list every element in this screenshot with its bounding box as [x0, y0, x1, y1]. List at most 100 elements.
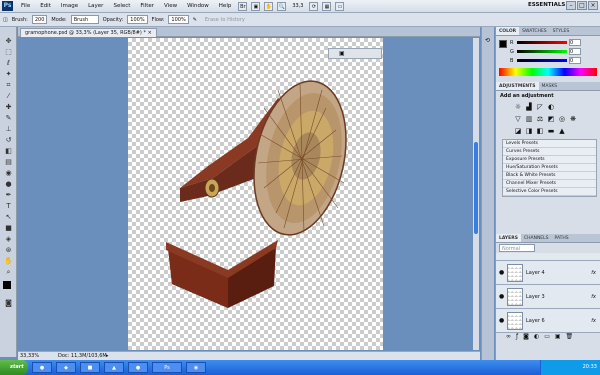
- vertical-scroll-thumb[interactable]: [474, 142, 478, 234]
- layer-name[interactable]: Layer 3: [526, 294, 588, 300]
- channel-mixer-icon[interactable]: ❋: [569, 115, 577, 123]
- lasso-tool-icon[interactable]: ℓ: [4, 59, 13, 67]
- red-slider[interactable]: [517, 41, 567, 44]
- tab-paths[interactable]: PATHS: [552, 234, 572, 242]
- invert-icon[interactable]: ◪: [514, 127, 522, 135]
- layer-row[interactable]: ● Layer 6 fx: [496, 309, 600, 333]
- zoom-level[interactable]: 33,3: [292, 3, 303, 9]
- blue-value[interactable]: 0: [569, 57, 581, 64]
- layer-row[interactable]: ● Layer 3 fx: [496, 285, 600, 309]
- marquee-tool-icon[interactable]: ⬚: [4, 48, 13, 56]
- tab-masks[interactable]: MASKS: [539, 82, 561, 90]
- menu-image[interactable]: Image: [56, 0, 83, 13]
- curves-icon[interactable]: ◸: [536, 103, 544, 111]
- brush-tool-icon[interactable]: ✎: [4, 114, 13, 122]
- document-tab[interactable]: gramophone.psd @ 33,3% (Layer 35, RGB/8#…: [20, 28, 157, 37]
- tab-channels[interactable]: CHANNELS: [521, 234, 552, 242]
- workspace-switcher[interactable]: ESSENTIALS: [528, 2, 565, 8]
- rotate-view-icon[interactable]: ⟳: [309, 1, 319, 11]
- preset-selective-color[interactable]: Selective Color Presets: [503, 188, 596, 196]
- new-layer-icon[interactable]: ▣: [555, 333, 561, 341]
- mode-select[interactable]: Brush: [70, 15, 99, 24]
- menu-view[interactable]: View: [159, 0, 182, 13]
- type-tool-icon[interactable]: T: [4, 202, 13, 210]
- tab-styles[interactable]: STYLES: [550, 27, 573, 35]
- arrange-documents-icon[interactable]: ▦: [322, 1, 332, 11]
- minimize-icon[interactable]: –: [566, 1, 576, 10]
- hue-saturation-icon[interactable]: ▥: [525, 115, 533, 123]
- zoom-tool-icon[interactable]: ⌕: [4, 268, 13, 276]
- history-panel-icon[interactable]: ⟲: [485, 37, 490, 44]
- visibility-eye-icon[interactable]: ●: [499, 317, 504, 324]
- exposure-icon[interactable]: ◐: [547, 103, 555, 111]
- hand-icon[interactable]: ✋: [264, 1, 274, 11]
- close-tab-icon[interactable]: ×: [148, 30, 152, 36]
- levels-icon[interactable]: ▟: [525, 103, 533, 111]
- preset-hue-saturation[interactable]: Hue/Saturation Presets: [503, 164, 596, 172]
- green-slider[interactable]: [517, 50, 567, 53]
- bridge-icon[interactable]: Br: [238, 1, 248, 11]
- preset-exposure[interactable]: Exposure Presets: [503, 156, 596, 164]
- taskbar-app-7[interactable]: ◉: [186, 362, 206, 373]
- menu-window[interactable]: Window: [182, 0, 214, 13]
- airbrush-icon[interactable]: ✎: [193, 17, 197, 23]
- menu-edit[interactable]: Edit: [35, 0, 56, 13]
- link-layers-icon[interactable]: ∞: [506, 333, 511, 341]
- black-white-icon[interactable]: ◩: [547, 115, 555, 123]
- maximize-icon[interactable]: □: [577, 1, 587, 10]
- taskbar-app-4[interactable]: ▲: [104, 362, 124, 373]
- path-selection-tool-icon[interactable]: ↖: [4, 213, 13, 221]
- menu-layer[interactable]: Layer: [83, 0, 108, 13]
- visibility-eye-icon[interactable]: ●: [499, 293, 504, 300]
- menu-filter[interactable]: Filter: [135, 0, 159, 13]
- preset-channel-mixer[interactable]: Channel Mixer Presets: [503, 180, 596, 188]
- tab-color[interactable]: COLOR: [496, 27, 520, 35]
- tab-swatches[interactable]: SWATCHES: [519, 27, 550, 35]
- green-value[interactable]: 0: [569, 48, 581, 55]
- new-adjustment-icon[interactable]: ◐: [534, 333, 539, 341]
- opacity-field[interactable]: 100%: [127, 15, 148, 24]
- layer-name[interactable]: Layer 4: [526, 270, 588, 276]
- tab-layers[interactable]: LAYERS: [496, 234, 521, 242]
- quick-select-tool-icon[interactable]: ✦: [4, 70, 13, 78]
- taskbar-app-2[interactable]: ◆: [56, 362, 76, 373]
- eraser-tool-icon[interactable]: ◧: [4, 147, 13, 155]
- vibrance-icon[interactable]: ▽: [514, 115, 522, 123]
- add-mask-icon[interactable]: ◙: [523, 333, 529, 341]
- eyedropper-tool-icon[interactable]: ⁄: [4, 92, 13, 100]
- brightness-contrast-icon[interactable]: ☼: [514, 103, 522, 111]
- layer-row[interactable]: ● Layer 4 fx: [496, 261, 600, 285]
- shape-tool-icon[interactable]: ■: [4, 224, 13, 232]
- preset-curves[interactable]: Curves Presets: [503, 148, 596, 156]
- mini-panel-icon[interactable]: ▣: [339, 50, 345, 57]
- status-menu-arrow-icon[interactable]: ▸: [106, 352, 109, 360]
- add-style-icon[interactable]: ƒ: [516, 333, 518, 341]
- foreground-color-swatch[interactable]: [3, 281, 11, 289]
- zoom-icon[interactable]: 🔍: [277, 1, 287, 11]
- 3d-rotate-tool-icon[interactable]: ◈: [4, 235, 13, 243]
- menu-help[interactable]: Help: [214, 0, 237, 13]
- selective-color-icon[interactable]: ▲: [558, 127, 566, 135]
- blend-mode-select[interactable]: Normal: [499, 244, 535, 252]
- canvas-area[interactable]: [18, 38, 480, 350]
- photo-filter-icon[interactable]: ◎: [558, 115, 566, 123]
- flow-field[interactable]: 100%: [168, 15, 189, 24]
- taskbar-app-1[interactable]: ●: [32, 362, 52, 373]
- menu-select[interactable]: Select: [108, 0, 135, 13]
- pen-tool-icon[interactable]: ✒: [4, 191, 13, 199]
- gradient-map-icon[interactable]: ▬: [547, 127, 555, 135]
- taskbar-app-5[interactable]: ●: [128, 362, 148, 373]
- healing-brush-tool-icon[interactable]: ✚: [4, 103, 13, 111]
- move-tool-icon[interactable]: ✥: [4, 37, 13, 45]
- red-value[interactable]: 0: [569, 39, 581, 46]
- layer-effects-icon[interactable]: fx: [591, 318, 596, 324]
- document-canvas[interactable]: [128, 38, 383, 350]
- taskbar-photoshop[interactable]: Ps: [152, 362, 182, 373]
- posterize-icon[interactable]: ◨: [525, 127, 533, 135]
- brush-size-picker[interactable]: 200: [31, 15, 48, 24]
- eraser-tool-preset-icon[interactable]: ◫: [3, 17, 8, 23]
- clock[interactable]: 20:33: [583, 364, 597, 370]
- layer-effects-icon[interactable]: fx: [591, 294, 596, 300]
- gradient-tool-icon[interactable]: ▤: [4, 158, 13, 166]
- color-spectrum-bar[interactable]: [499, 68, 597, 76]
